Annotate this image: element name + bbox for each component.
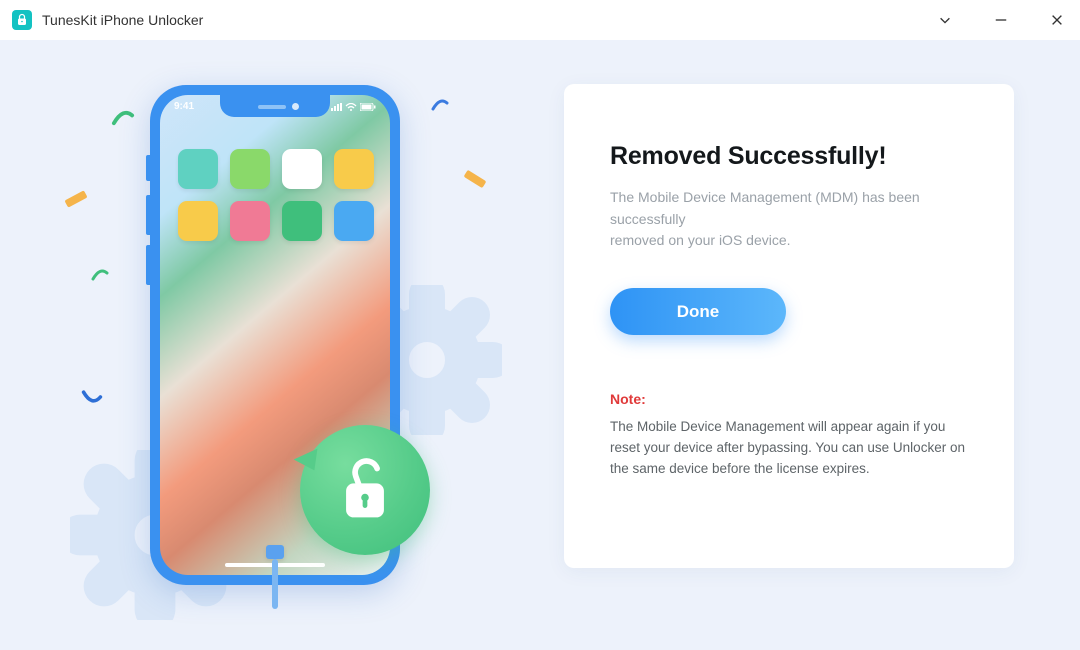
- note-label: Note:: [610, 391, 968, 407]
- result-card: Removed Successfully! The Mobile Device …: [564, 84, 1014, 568]
- app-title: TunesKit iPhone Unlocker: [42, 12, 203, 28]
- app-tile: [282, 201, 322, 241]
- note-body: The Mobile Device Management will appear…: [610, 417, 968, 480]
- app-tile: [334, 149, 374, 189]
- app-grid: [178, 149, 372, 241]
- unlock-icon: [336, 455, 394, 525]
- close-button[interactable]: [1042, 5, 1072, 35]
- titlebar: TunesKit iPhone Unlocker: [0, 0, 1080, 40]
- app-tile: [282, 149, 322, 189]
- result-heading: Removed Successfully!: [610, 142, 968, 171]
- app-tile: [334, 201, 374, 241]
- app-lock-icon: [12, 10, 32, 30]
- done-button[interactable]: Done: [610, 288, 786, 335]
- minimize-button[interactable]: [986, 5, 1016, 35]
- app-tile: [178, 149, 218, 189]
- unlock-badge: [300, 425, 430, 555]
- app-tile: [178, 201, 218, 241]
- result-description: The Mobile Device Management (MDM) has b…: [610, 187, 968, 252]
- status-icons: [331, 101, 376, 112]
- phone-illustration: 9:41: [150, 85, 400, 585]
- illustration-pane: 9:41: [0, 40, 540, 650]
- app-tile: [230, 149, 270, 189]
- status-time: 9:41: [174, 101, 194, 112]
- window-controls: [930, 0, 1072, 40]
- cable-icon: [266, 545, 284, 605]
- app-tile: [230, 201, 270, 241]
- dropdown-button[interactable]: [930, 5, 960, 35]
